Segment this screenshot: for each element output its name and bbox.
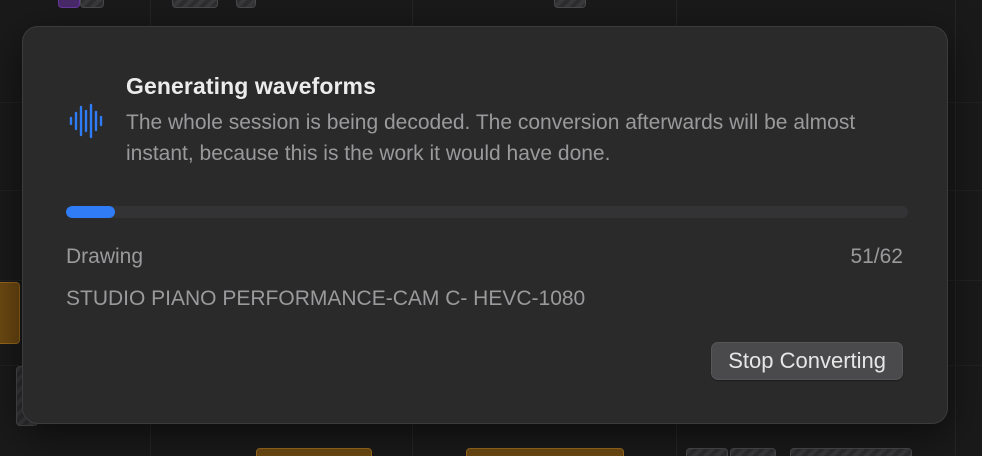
timeline-clip[interactable] bbox=[554, 0, 586, 8]
timeline-clip[interactable] bbox=[790, 448, 912, 456]
progress-count: 51/62 bbox=[850, 245, 903, 268]
grid-line bbox=[955, 0, 956, 456]
current-file-name: STUDIO PIANO PERFORMANCE-CAM C- HEVC-108… bbox=[66, 287, 586, 310]
timeline-clip[interactable] bbox=[256, 448, 372, 456]
dialog-title: Generating waveforms bbox=[126, 73, 376, 99]
timeline-clip[interactable] bbox=[0, 282, 20, 344]
stop-converting-button[interactable]: Stop Converting bbox=[711, 342, 903, 380]
progress-fill bbox=[66, 206, 115, 218]
waveform-icon bbox=[69, 103, 103, 139]
progress-status-label: Drawing bbox=[66, 245, 144, 268]
timeline-clip[interactable] bbox=[686, 448, 728, 456]
progress-dialog: Generating waveforms The whole session i… bbox=[22, 26, 948, 424]
timeline-clip[interactable] bbox=[236, 0, 256, 8]
timeline-clip[interactable] bbox=[80, 0, 104, 8]
timeline-clip[interactable] bbox=[730, 448, 776, 456]
timeline-clip[interactable] bbox=[466, 448, 624, 456]
progress-bar bbox=[66, 206, 908, 218]
timeline-clip[interactable] bbox=[58, 0, 80, 8]
dialog-message: The whole session is being decoded. The … bbox=[126, 111, 856, 165]
timeline-clip[interactable] bbox=[172, 0, 218, 8]
